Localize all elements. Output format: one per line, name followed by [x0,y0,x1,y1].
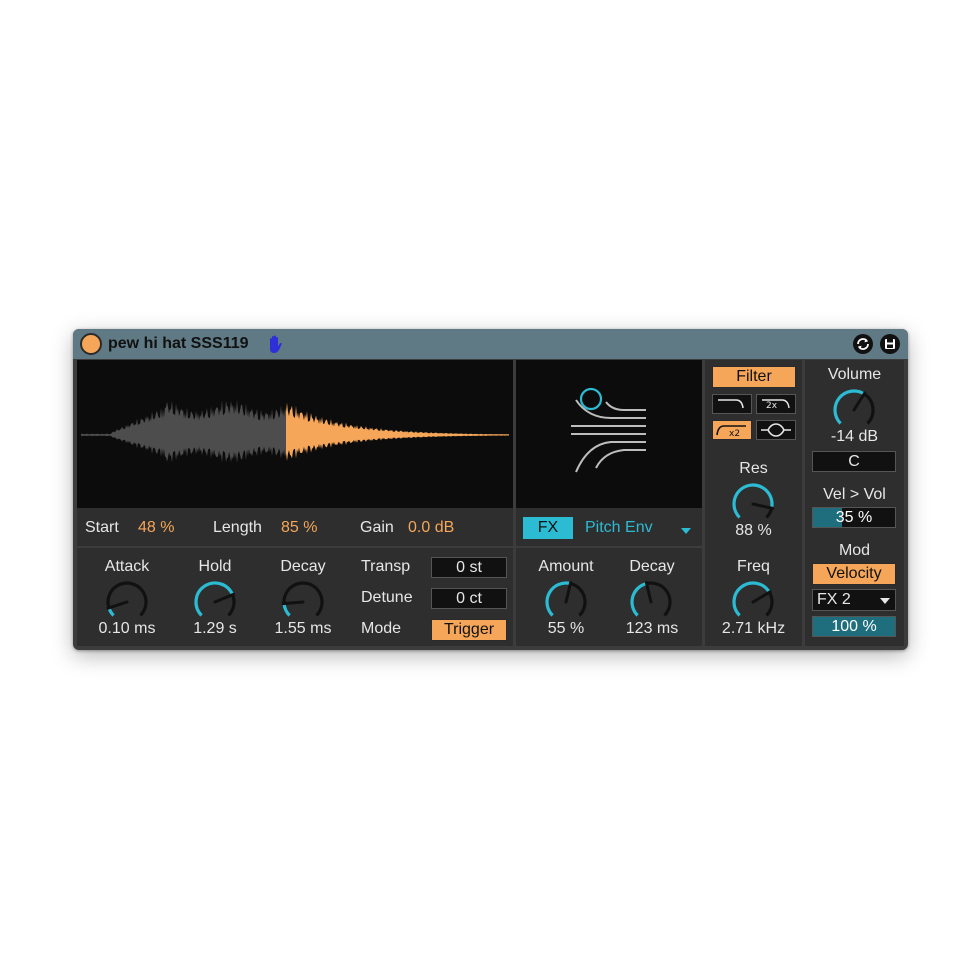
sample-panel: Start 48 % Length 85 % Gain 0.0 dB [77,360,513,546]
knob-track [227,594,236,617]
knob-arc [833,389,866,425]
pan-field[interactable]: C [812,451,896,472]
hold-label: Hold [198,558,232,575]
knob-arc [732,483,774,519]
hot-swap-icon[interactable] [852,333,874,355]
attack-value: 0.10 ms [98,620,156,637]
filter-panel: Filter 2x x2 Res 88 % Freq 2.71 kHz [705,360,802,646]
mod-amount-slider[interactable]: 100 % [812,616,896,637]
volume-knob[interactable] [830,386,878,434]
knob-pointer [751,502,775,510]
knob-pointer [281,600,305,606]
highpass-x2-filter-icon[interactable]: x2 [712,420,752,440]
amount-value: 55 % [547,620,585,637]
knob-arc [194,581,235,617]
knob-arc [282,603,291,617]
length-label: Length [213,519,262,536]
knob-pointer [644,581,653,604]
volume-value: -14 dB [830,428,879,445]
waveform-active-region [286,402,509,461]
waveform [81,399,509,464]
attack-knob[interactable] [103,578,151,626]
svg-text:x2: x2 [729,429,740,439]
res-knob[interactable] [729,480,777,528]
detune-field[interactable]: 0 ct [431,588,507,609]
detune-label: Detune [361,589,413,606]
output-panel: Volume -14 dB C Vel > Vol 35 % Mod Veloc… [805,360,904,646]
vel-vol-slider[interactable]: 35 % [812,507,896,528]
start-label: Start [85,519,119,536]
transp-label: Transp [361,558,411,575]
freq-value: 2.71 kHz [721,620,786,637]
hand-icon [270,335,282,353]
device-titlebar: pew hi hat SSS119 [73,329,908,359]
pitch-env-icon [571,387,646,473]
mod-source-button[interactable]: Velocity [812,563,896,585]
knob-track [569,581,587,617]
power-icon[interactable] [80,333,102,355]
knob-track [765,507,774,519]
decay-value: 1.55 ms [274,620,332,637]
knob-pointer [564,581,573,604]
amount-knob[interactable] [542,578,590,626]
knob-pointer [751,590,772,604]
lowpass-filter-icon[interactable] [712,394,752,414]
vel-vol-label: Vel > Vol [823,486,886,503]
vel-vol-value: 35 % [835,509,873,526]
mod-target-value: FX 2 [817,591,851,608]
gain-value[interactable]: 0.0 dB [408,519,454,537]
volume-label: Volume [827,366,882,383]
mod-label: Mod [838,542,871,559]
freq-knob[interactable] [729,578,777,626]
fx-decay-value: 123 ms [625,620,679,637]
knob-track [765,591,774,617]
knob-track [863,392,875,425]
mod-amount-value: 100 % [831,618,877,635]
knob-track [106,581,148,617]
dropdown-arrow-icon [880,598,890,604]
save-icon[interactable] [879,333,901,355]
hold-knob[interactable] [191,578,239,626]
fx-display [516,360,702,508]
knob-arc [732,581,771,617]
knob-pointer [852,391,867,412]
transp-field[interactable]: 0 st [431,557,507,578]
fx-button[interactable]: FX [523,517,573,539]
knob-pointer [213,592,235,604]
fx-decay-label: Decay [629,558,675,575]
knob-track [282,581,324,617]
mode-label: Mode [361,620,402,637]
fx-panel: FX Pitch Env [516,360,702,546]
knob-pointer [106,600,129,610]
device-frame: pew hi hat SSS119 Start 48 % Length 85 %… [73,329,908,650]
decay-knob[interactable] [279,578,327,626]
length-value[interactable]: 85 % [281,519,317,537]
decay-label: Decay [280,558,326,575]
bandpass-filter-icon[interactable] [756,420,796,440]
hold-value: 1.29 s [193,620,237,637]
mod-target-dropdown[interactable]: FX 2 [812,589,896,611]
device-title: pew hi hat SSS119 [108,335,249,352]
svg-text:2x: 2x [766,401,778,411]
fx-selector[interactable]: Pitch Env [585,519,653,537]
knob-arc [630,581,648,617]
mode-trigger-button[interactable]: Trigger [431,619,507,641]
res-label: Res [739,460,768,477]
dropdown-arrow-icon[interactable] [680,527,692,535]
filter-toggle-button[interactable]: Filter [712,366,796,388]
start-value[interactable]: 48 % [138,519,174,537]
amount-label: Amount [538,558,594,575]
waveform-inactive-region [81,399,286,464]
res-value: 88 % [735,522,772,539]
waveform-display[interactable] [77,360,513,508]
lowpass-x2-filter-icon[interactable]: 2x [756,394,796,414]
attack-label: Attack [104,558,150,575]
freq-label: Freq [737,558,770,575]
envelope-panel: Attack 0.10 ms Hold 1.29 s Decay 1.55 ms… [77,548,513,646]
gain-label: Gain [360,519,394,536]
fx-knob-panel: Amount 55 % Decay 123 ms [516,548,702,646]
fx-decay-knob[interactable] [627,578,675,626]
